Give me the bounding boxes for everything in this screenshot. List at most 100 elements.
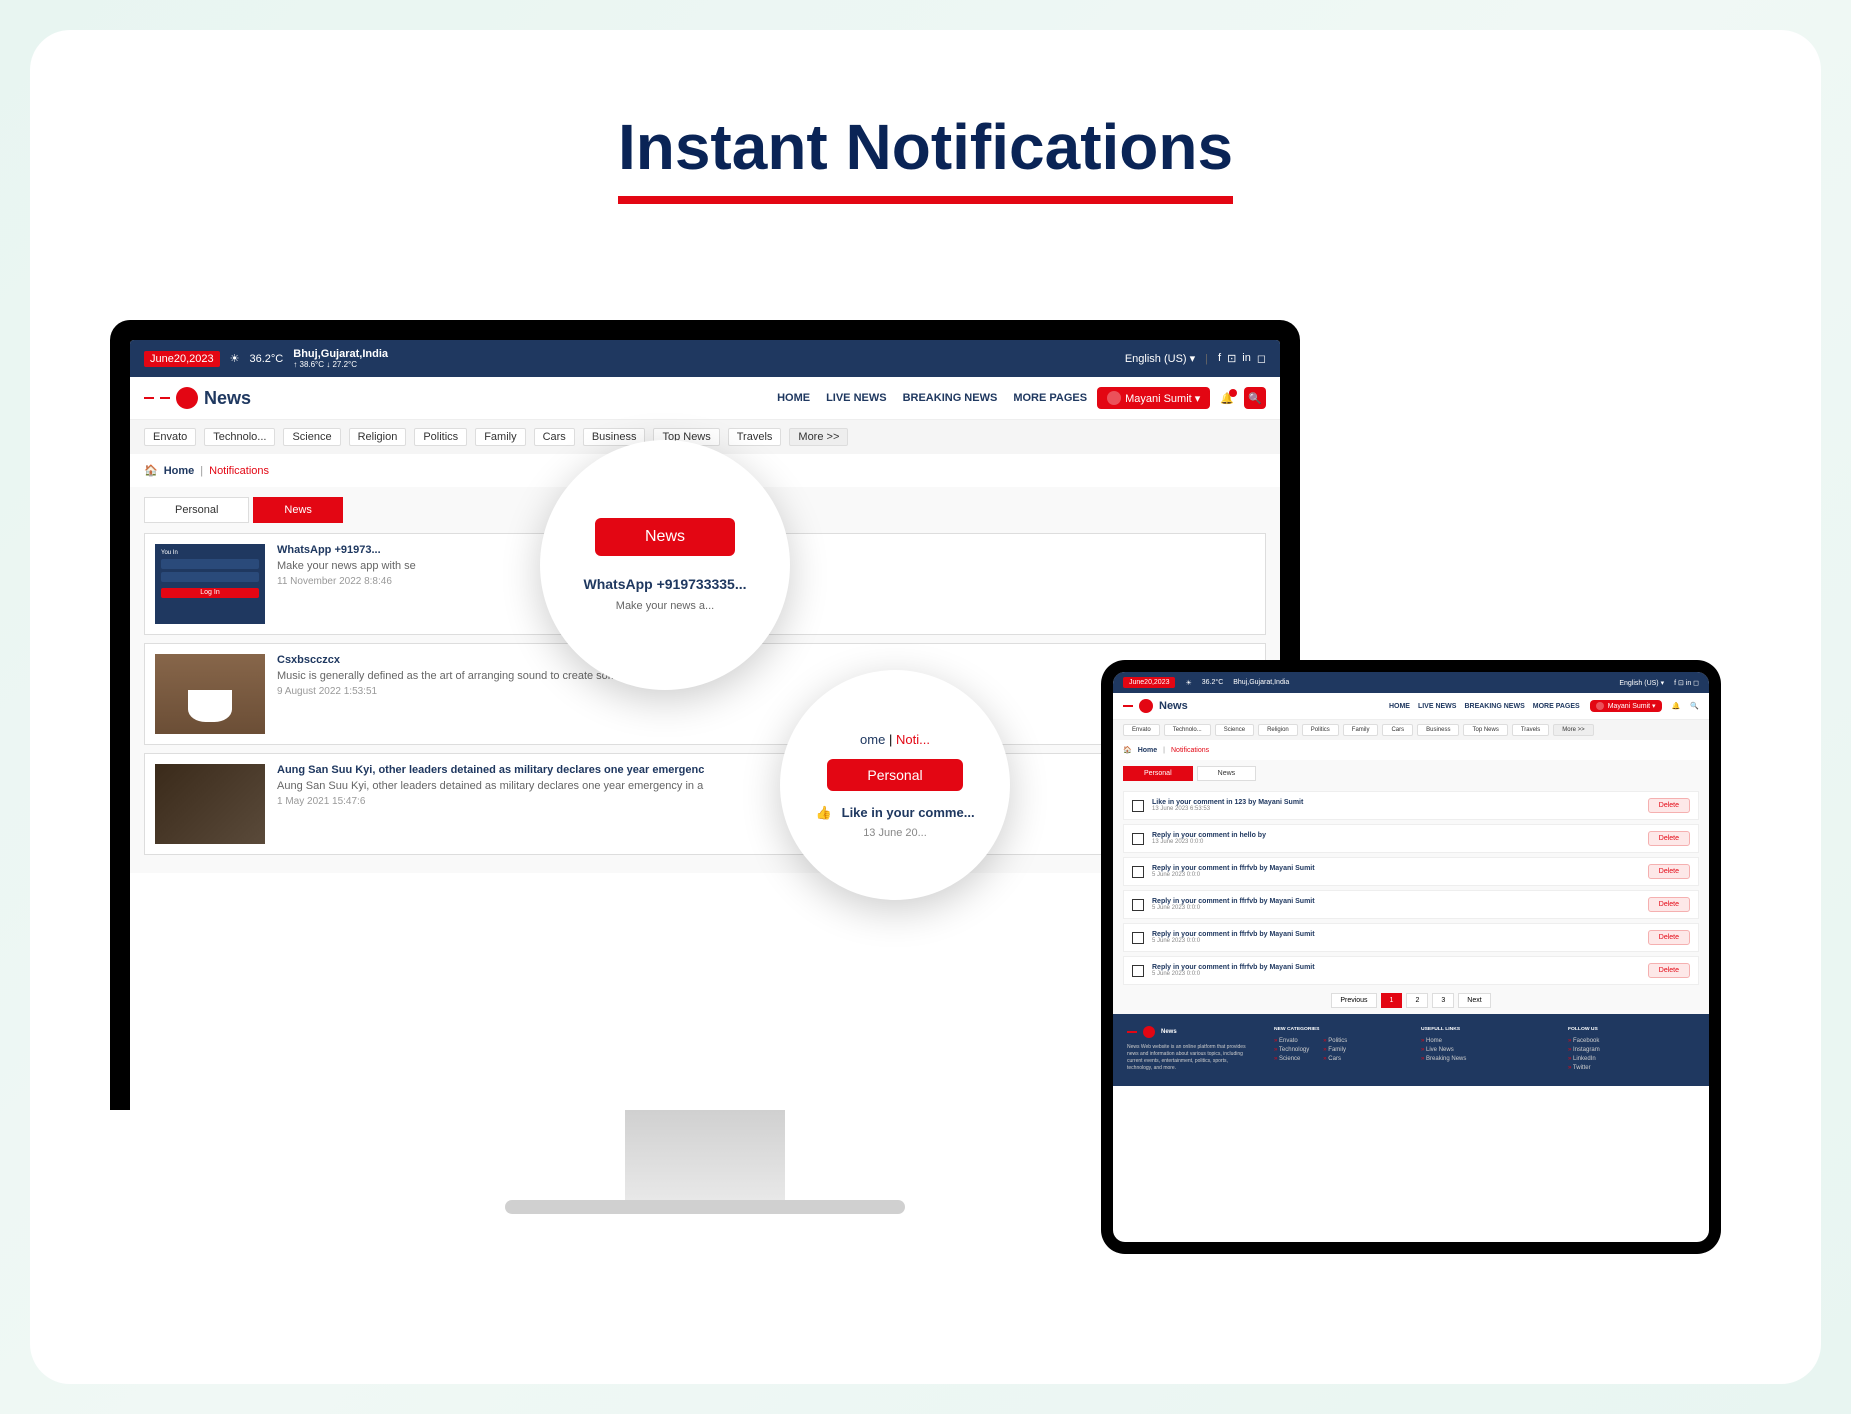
facebook-icon[interactable]: f (1218, 352, 1221, 365)
t-cat-more[interactable]: More >> (1553, 724, 1593, 736)
t-bc-current: Notifications (1171, 747, 1209, 754)
notif-date: 13 June 2023 6:53:53 (1152, 806, 1640, 812)
cat-item[interactable]: Envato (144, 428, 196, 446)
notif-icon (1132, 965, 1144, 977)
news-date: 1 May 2021 15:47:6 (277, 796, 704, 807)
notification-row[interactable]: Reply in your comment in ffrfvb by Mayan… (1123, 923, 1699, 952)
tab-news[interactable]: News (253, 497, 343, 523)
logo-icon (176, 387, 198, 409)
notif-icon (1132, 866, 1144, 878)
t-cat[interactable]: Business (1417, 724, 1459, 736)
footer-link[interactable]: Cars (1323, 1056, 1347, 1062)
t-logo[interactable]: News (1123, 699, 1188, 713)
footer-link[interactable]: Envato (1274, 1038, 1309, 1044)
news-item[interactable]: Aung San Suu Kyi, other leaders detained… (144, 753, 1266, 855)
t-bell-icon[interactable]: 🔔 (1672, 702, 1681, 710)
notif-title: Reply in your comment in hello by (1152, 832, 1640, 839)
footer-link[interactable]: Politics (1323, 1038, 1347, 1044)
t-cat[interactable]: Travels (1512, 724, 1549, 736)
cat-more[interactable]: More >> (789, 428, 848, 446)
footer-link[interactable]: Live News (1421, 1047, 1548, 1053)
instagram-icon[interactable]: ⊡ (1227, 352, 1236, 365)
t-cat[interactable]: Envato (1123, 724, 1160, 736)
footer-social[interactable]: LinkedIn (1568, 1056, 1695, 1062)
delete-button[interactable]: Delete (1648, 897, 1690, 912)
news-thumb-login: You In Log In (155, 544, 265, 624)
t-bc-home[interactable]: Home (1138, 747, 1157, 754)
cat-item[interactable]: Politics (414, 428, 467, 446)
zoom1-title: WhatsApp +919733335... (583, 576, 746, 592)
t-nav-breaking[interactable]: BREAKING NEWS (1464, 703, 1524, 710)
nav-breaking[interactable]: BREAKING NEWS (903, 392, 998, 404)
delete-button[interactable]: Delete (1648, 963, 1690, 978)
page-prev[interactable]: Previous (1331, 993, 1376, 1008)
cat-item[interactable]: Science (283, 428, 340, 446)
footer-social[interactable]: Facebook (1568, 1038, 1695, 1044)
news-desc: Aung San Suu Kyi, other leaders detained… (277, 780, 704, 792)
temp: 36.2°C (250, 353, 284, 365)
t-cat[interactable]: Technolo... (1164, 724, 1211, 736)
cat-item[interactable]: Travels (728, 428, 782, 446)
logo[interactable]: News (144, 387, 251, 409)
cat-item[interactable]: Technolo... (204, 428, 275, 446)
t-cat[interactable]: Science (1215, 724, 1254, 736)
delete-button[interactable]: Delete (1648, 864, 1690, 879)
t-nav-more[interactable]: MORE PAGES (1533, 703, 1580, 710)
tab-personal[interactable]: Personal (144, 497, 249, 523)
notification-row[interactable]: Reply in your comment in ffrfvb by Mayan… (1123, 890, 1699, 919)
twitter-icon[interactable]: ◻ (1257, 352, 1266, 365)
nav-more[interactable]: MORE PAGES (1013, 392, 1087, 404)
nav-home[interactable]: HOME (777, 392, 810, 404)
notif-date: 5 June 2023 0:0:0 (1152, 872, 1640, 878)
cat-item[interactable]: Family (475, 428, 525, 446)
t-tab-news[interactable]: News (1197, 766, 1257, 781)
notification-row[interactable]: Reply in your comment in ffrfvb by Mayan… (1123, 857, 1699, 886)
cat-item[interactable]: Cars (534, 428, 575, 446)
page-1[interactable]: 1 (1381, 993, 1403, 1008)
zoom1-sub: Make your news a... (616, 600, 714, 612)
t-cat[interactable]: Politics (1302, 724, 1339, 736)
nav-live[interactable]: LIVE NEWS (826, 392, 887, 404)
t-cat[interactable]: Top News (1463, 724, 1507, 736)
notif-title: Reply in your comment in ffrfvb by Mayan… (1152, 898, 1640, 905)
user-badge[interactable]: Mayani Sumit ▾ (1097, 387, 1210, 409)
delete-button[interactable]: Delete (1648, 831, 1690, 846)
home-icon: 🏠 (1123, 746, 1132, 754)
page-next[interactable]: Next (1458, 993, 1490, 1008)
user-icon (1107, 391, 1121, 405)
delete-button[interactable]: Delete (1648, 930, 1690, 945)
t-user[interactable]: Mayani Sumit ▾ (1590, 700, 1662, 712)
news-title: WhatsApp +91973... (277, 544, 416, 556)
t-cat[interactable]: Cars (1382, 724, 1413, 736)
footer-social[interactable]: Instagram (1568, 1047, 1695, 1053)
t-tab-personal[interactable]: Personal (1123, 766, 1193, 781)
footer-link[interactable]: Breaking News (1421, 1056, 1548, 1062)
t-nav-live[interactable]: LIVE NEWS (1418, 703, 1457, 710)
language-select[interactable]: English (US) ▾ (1125, 352, 1195, 365)
breadcrumb-home[interactable]: Home (164, 465, 195, 477)
notification-row[interactable]: Reply in your comment in hello by 13 Jun… (1123, 824, 1699, 853)
delete-button[interactable]: Delete (1648, 798, 1690, 813)
notification-bell-icon[interactable]: 🔔 (1220, 392, 1234, 405)
page-3[interactable]: 3 (1432, 993, 1454, 1008)
footer-link[interactable]: Home (1421, 1038, 1548, 1044)
footer-social[interactable]: Twitter (1568, 1065, 1695, 1071)
notification-row[interactable]: Like in your comment in 123 by Mayani Su… (1123, 791, 1699, 820)
t-cat[interactable]: Family (1343, 724, 1379, 736)
footer-link[interactable]: Science (1274, 1056, 1309, 1062)
notif-title: Reply in your comment in ffrfvb by Mayan… (1152, 964, 1640, 971)
notification-row[interactable]: Reply in your comment in ffrfvb by Mayan… (1123, 956, 1699, 985)
cat-item[interactable]: Religion (349, 428, 407, 446)
footer-link[interactable]: Technology (1274, 1047, 1309, 1053)
footer-cat-head: NEW CATEGORIES (1274, 1026, 1401, 1032)
t-cat[interactable]: Religion (1258, 724, 1298, 736)
t-language[interactable]: English (US) ▾ (1619, 679, 1664, 687)
t-nav-home[interactable]: HOME (1389, 703, 1410, 710)
notif-date: 5 June 2023 0:0:0 (1152, 905, 1640, 911)
breadcrumb-current: Notifications (209, 465, 269, 477)
linkedin-icon[interactable]: in (1242, 352, 1251, 365)
page-2[interactable]: 2 (1406, 993, 1428, 1008)
search-button[interactable]: 🔍 (1244, 387, 1266, 409)
footer-link[interactable]: Family (1323, 1047, 1347, 1053)
t-search-icon[interactable]: 🔍 (1690, 702, 1699, 710)
